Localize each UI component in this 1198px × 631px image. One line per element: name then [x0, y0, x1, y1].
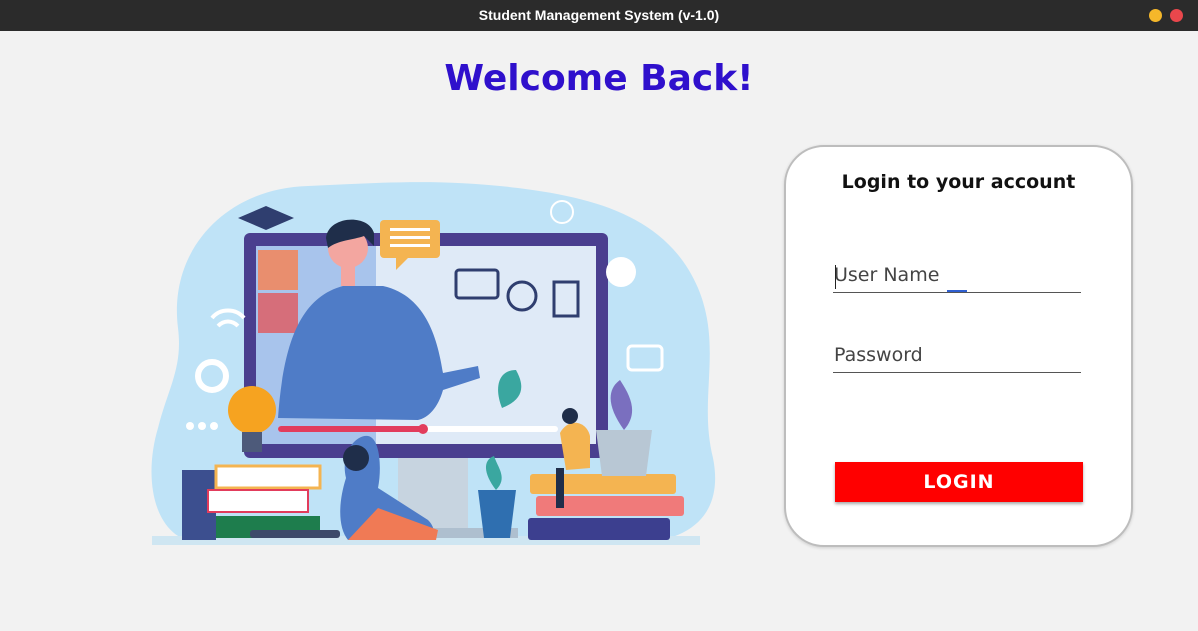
- window-titlebar: Student Management System (v-1.0): [0, 0, 1198, 31]
- lightbulb-icon: [606, 257, 636, 287]
- text-cursor: [835, 265, 836, 289]
- password-underline: [833, 372, 1081, 373]
- welcome-heading: Welcome Back!: [444, 58, 754, 99]
- password-field[interactable]: [833, 337, 1081, 373]
- potted-plant-icon: [596, 430, 652, 476]
- online-learning-illustration: [151, 182, 716, 545]
- password-input[interactable]: [833, 337, 1081, 373]
- username-input[interactable]: [833, 257, 1081, 293]
- username-field[interactable]: [833, 257, 1081, 293]
- close-button[interactable]: [1170, 9, 1183, 22]
- username-underline: [833, 292, 1081, 293]
- login-title: Login to your account: [841, 171, 1076, 193]
- bulb-yellow-icon: [228, 386, 276, 434]
- login-card: Login to your account LOGIN: [784, 145, 1133, 547]
- window-title: Student Management System (v-1.0): [478, 7, 720, 23]
- minimize-button[interactable]: [1149, 9, 1162, 22]
- plant-icon: [478, 490, 516, 538]
- login-button[interactable]: LOGIN: [835, 462, 1083, 502]
